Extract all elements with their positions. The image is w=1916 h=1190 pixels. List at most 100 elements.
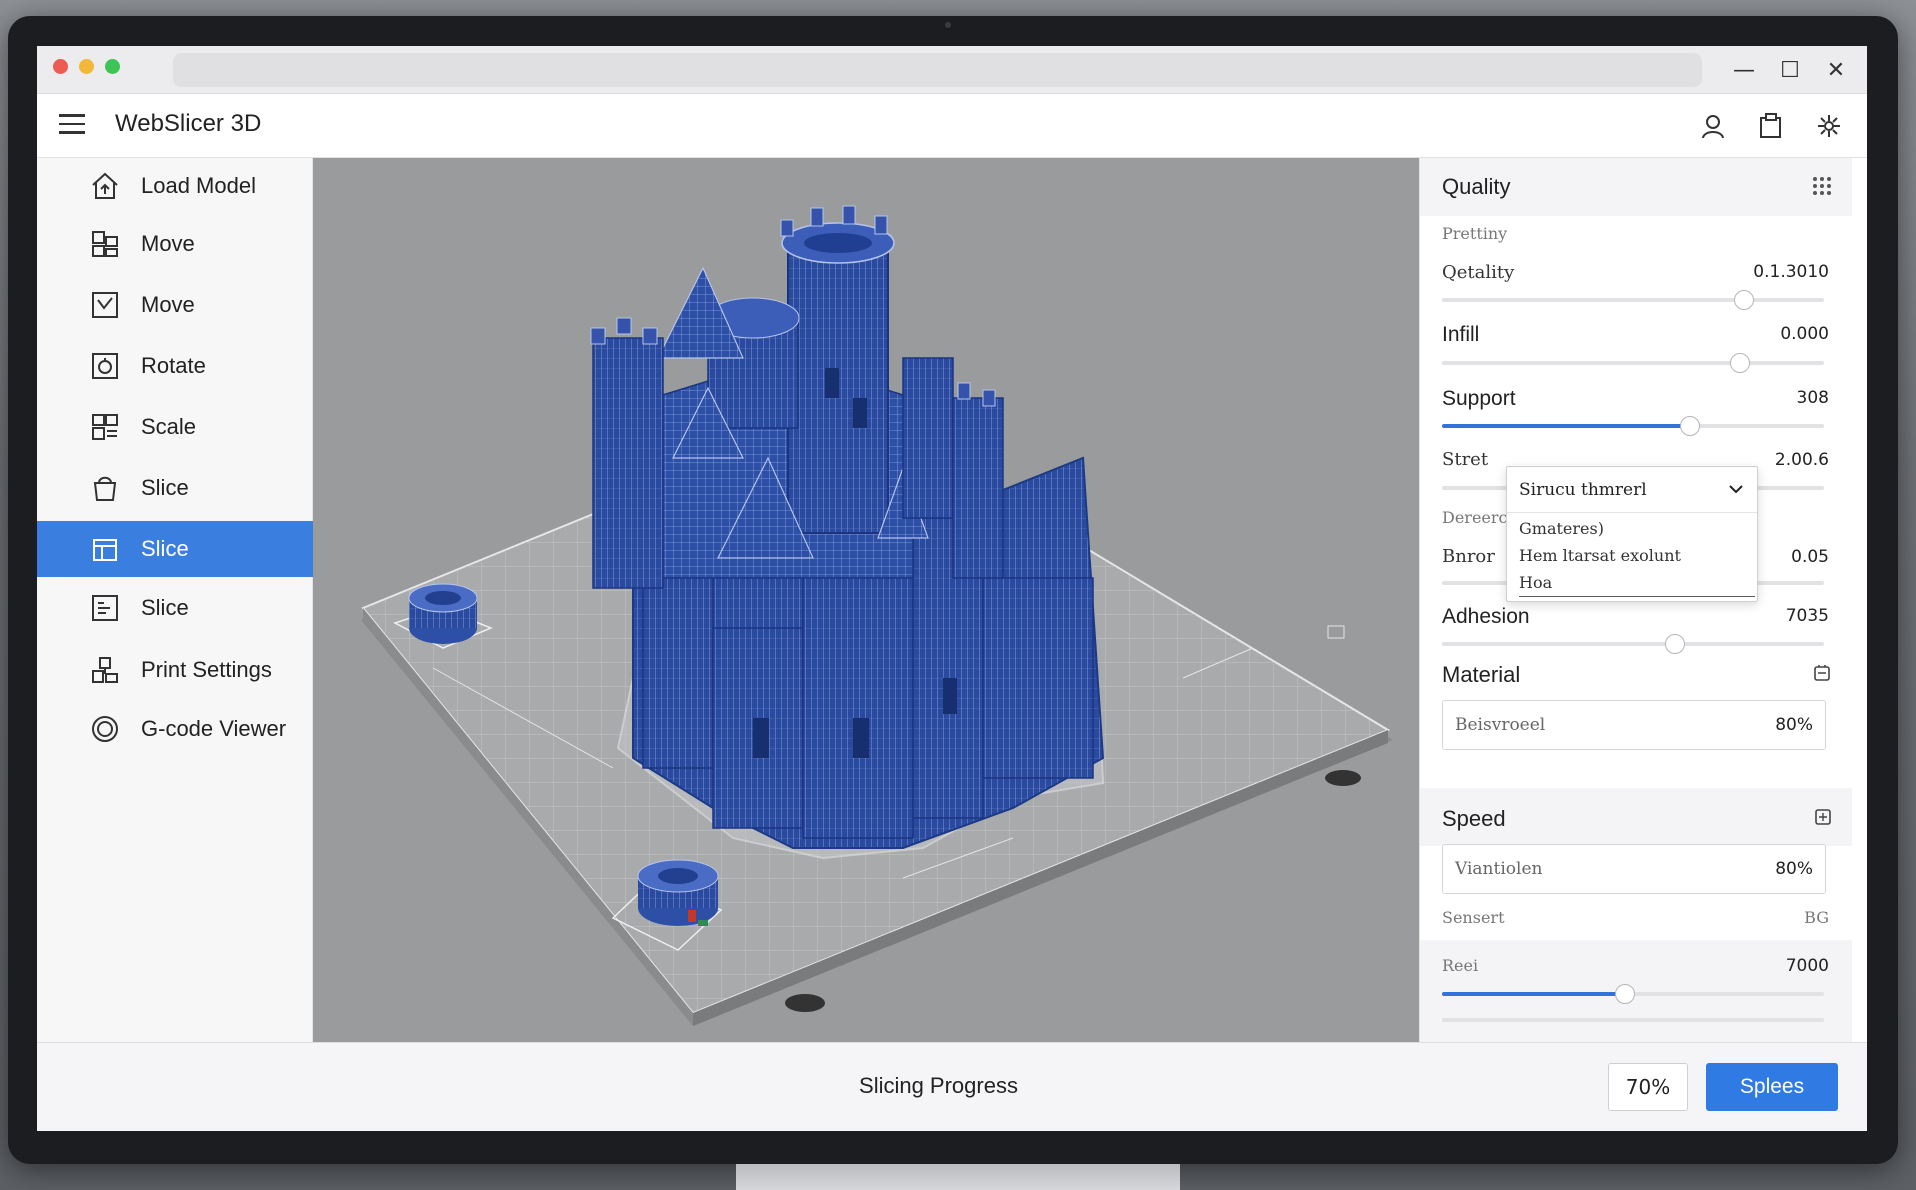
print-settings-icon <box>89 654 121 686</box>
sidebar-item-label: Load Model <box>141 173 256 198</box>
stret-value: 2.00.6 <box>1774 450 1829 470</box>
speed-field-placeholder: Viantiolen <box>1455 859 1543 879</box>
zoom-traffic-light[interactable] <box>105 59 120 74</box>
bnror-label: Bnror <box>1442 546 1495 567</box>
sidebar-item-label: Slice <box>141 536 189 561</box>
sidebar-item-label: Rotate <box>141 353 206 378</box>
slider-fill <box>1442 992 1626 996</box>
window-titlebar: — ☐ ✕ <box>37 46 1867 94</box>
strategy-dropdown[interactable]: Sirucu thmrerl Gmateres) Hem ltarsat exo… <box>1506 466 1758 602</box>
speed-sub-value: BG <box>1804 908 1829 927</box>
slicing-progress-label: Slicing Progress <box>859 1073 1018 1098</box>
sidebar-item-label: Scale <box>141 414 197 439</box>
slider-thumb[interactable] <box>1733 290 1754 310</box>
dropdown-option[interactable]: Gmateres) <box>1519 519 1604 538</box>
sidebar-item-move[interactable]: Move <box>37 216 313 272</box>
material-settings-icon[interactable] <box>1813 664 1831 686</box>
dropdown-selected[interactable]: Sirucu thmrerl <box>1507 467 1757 513</box>
address-bar[interactable] <box>173 53 1702 87</box>
qetality-value: 0.1.3010 <box>1753 262 1829 282</box>
sidebar-item-label: Move <box>141 292 195 317</box>
speed-section-header: Speed <box>1420 788 1852 846</box>
hamburger-menu-icon[interactable] <box>59 114 87 138</box>
webcam <box>945 22 951 28</box>
slicing-footer: Slicing Progress 70% Splees <box>37 1042 1867 1131</box>
close-traffic-light[interactable] <box>53 59 68 74</box>
dropdown-option[interactable]: Hem ltarsat exolunt <box>1519 546 1681 565</box>
dropdown-selected-value: Sirucu thmrerl <box>1519 480 1647 500</box>
minimize-button[interactable]: — <box>1726 52 1762 88</box>
quality-section-header: Quality <box>1420 158 1852 216</box>
bnror-value: 0.05 <box>1791 547 1829 567</box>
speed-field[interactable]: Viantiolen 80% <box>1442 844 1826 894</box>
dropdown-option[interactable]: Hoa <box>1519 573 1552 592</box>
castle-model[interactable] <box>590 205 1105 849</box>
sidebar-item-label: Slice <box>141 475 189 500</box>
adhesion-label: Adhesion <box>1442 605 1530 628</box>
sidebar-item-print-settings[interactable]: Print Settings <box>37 642 313 698</box>
model-scene[interactable] <box>313 158 1419 1042</box>
dropdown-underline <box>1519 595 1755 597</box>
slice-icon <box>89 472 121 504</box>
minimize-traffic-light[interactable] <box>79 59 94 74</box>
support-value: 308 <box>1796 388 1829 408</box>
sidebar-item-slice-layers[interactable]: Slice <box>37 580 313 636</box>
material-field-placeholder: Beisvroeel <box>1455 715 1546 735</box>
sidebar-item-load-model[interactable]: Load Model <box>37 158 313 214</box>
tool-sidebar: Load Model Move Move Rotate Scale Slice … <box>37 158 313 1042</box>
user-icon[interactable] <box>1695 108 1731 144</box>
speed-field-value: 80% <box>1775 859 1813 879</box>
speed-section-title: Speed <box>1442 806 1506 831</box>
reei-track-2 <box>1442 1018 1824 1022</box>
progress-percent: 70% <box>1608 1063 1688 1111</box>
sidebar-item-label: Slice <box>141 595 189 620</box>
support-slider[interactable] <box>1442 416 1824 436</box>
3d-viewport[interactable] <box>313 158 1419 1042</box>
sidebar-item-label: Move <box>141 231 195 256</box>
monitor-stand <box>736 1164 1180 1190</box>
material-field-value: 80% <box>1775 715 1813 735</box>
speed-settings-icon[interactable] <box>1814 808 1832 830</box>
sidebar-item-slice-active[interactable]: Slice <box>37 521 313 577</box>
quality-section-title: Quality <box>1442 174 1511 199</box>
home-upload-icon <box>89 170 121 202</box>
chevron-down-icon <box>1729 485 1743 494</box>
reei-value: 7000 <box>1785 956 1829 976</box>
slice-active-icon <box>89 533 121 565</box>
support-label: Support <box>1442 387 1516 410</box>
move-icon <box>89 228 121 260</box>
clipboard-icon[interactable] <box>1753 108 1789 144</box>
close-button[interactable]: ✕ <box>1818 52 1854 88</box>
slider-thumb[interactable] <box>1665 634 1686 654</box>
slider-thumb[interactable] <box>1680 416 1701 436</box>
material-field[interactable]: Beisvroeel 80% <box>1442 700 1826 750</box>
speed-sub-label: Sensert <box>1442 908 1505 927</box>
qetality-slider[interactable] <box>1442 290 1824 310</box>
reei-label: Reei <box>1442 956 1479 975</box>
app-header: WebSlicer 3D <box>37 94 1867 158</box>
rotate-icon <box>89 350 121 382</box>
sidebar-item-slice[interactable]: Slice <box>37 460 313 516</box>
infill-label: Infill <box>1442 323 1480 346</box>
infill-slider[interactable] <box>1442 353 1824 373</box>
sidebar-item-label: Print Settings <box>141 657 272 682</box>
slider-fill <box>1442 424 1691 428</box>
sidebar-item-rotate[interactable]: Rotate <box>37 338 313 394</box>
infill-value: 0.000 <box>1780 324 1829 344</box>
adhesion-value: 7035 <box>1785 606 1829 626</box>
slice-layers-icon <box>89 592 121 624</box>
sidebar-item-move-2[interactable]: Move <box>37 277 313 333</box>
scale-icon <box>89 411 121 443</box>
reei-slider[interactable] <box>1442 984 1824 1004</box>
slice-button[interactable]: Splees <box>1706 1063 1838 1111</box>
sidebar-item-label: G-code Viewer <box>141 716 287 741</box>
grid-menu-icon[interactable] <box>1812 176 1832 200</box>
adhesion-slider[interactable] <box>1442 634 1824 654</box>
stret-label: Stret <box>1442 449 1489 470</box>
sidebar-item-gcode-viewer[interactable]: G-code Viewer <box>37 701 313 757</box>
gcode-viewer-icon <box>89 713 121 745</box>
maximize-button[interactable]: ☐ <box>1772 52 1808 88</box>
network-settings-icon[interactable] <box>1811 108 1847 144</box>
sidebar-item-scale[interactable]: Scale <box>37 399 313 455</box>
slider-thumb[interactable] <box>1729 353 1750 373</box>
